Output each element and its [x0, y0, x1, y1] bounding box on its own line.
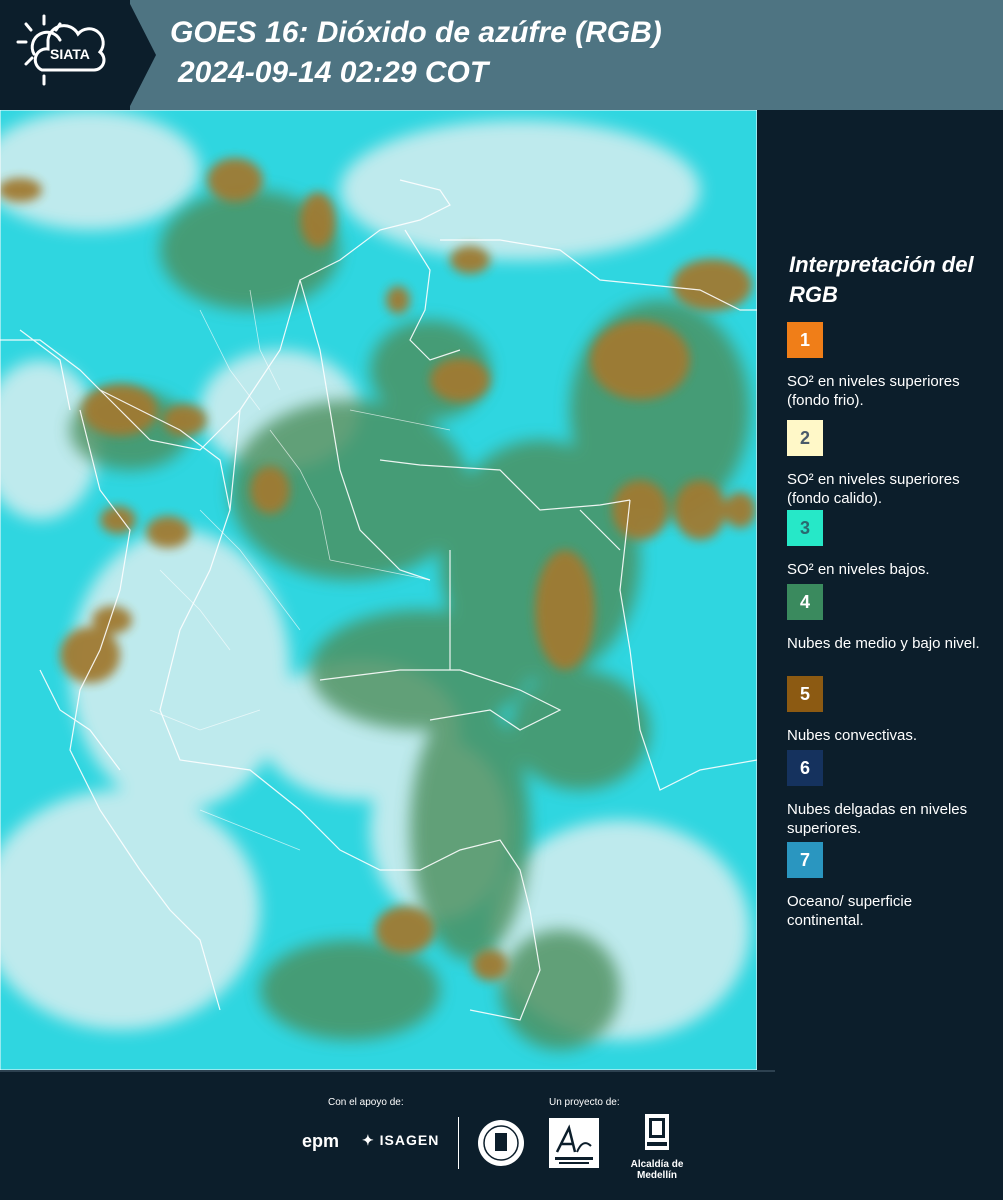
legend-label: Nubes de medio y bajo nivel. — [787, 635, 980, 652]
isagen-logo-text: ISAGEN — [379, 1132, 440, 1148]
satellite-image — [0, 110, 757, 1070]
legend-swatch: 2 — [787, 420, 823, 456]
legend-swatch: 5 — [787, 676, 823, 712]
legend-item-4: 4 Nubes de medio y bajo nivel. — [787, 584, 992, 653]
legend-title: Interpretación del RGB — [789, 252, 974, 307]
legend-item-2: 2 SO² en niveles superiores (fondo calid… — [787, 420, 992, 508]
legend-swatch: 4 — [787, 584, 823, 620]
logo-arrow-shape — [128, 0, 156, 110]
legend-item-7: 7 Oceano/ superficie continental. — [787, 842, 992, 930]
legend-label: Nubes delgadas en niveles superiores. — [787, 801, 968, 837]
legend-label: Oceano/ superficie continental. — [787, 893, 913, 929]
footer-vertical-divider — [458, 1117, 459, 1169]
isagen-logo: ✦ ISAGEN — [362, 1132, 439, 1149]
footer-divider — [0, 1070, 775, 1072]
header-bar: SIATA GOES 16: Dióxido de azúfre (RGB) 2… — [0, 0, 1003, 110]
legend-label: Nubes convectivas. — [787, 727, 918, 744]
alcaldia-medellin-logo: Alcaldía de Medellín — [612, 1112, 702, 1181]
alcaldia-shield-icon — [645, 1114, 669, 1150]
legend-swatch: 3 — [787, 510, 823, 546]
support-label: Con el apoyo de: — [328, 1097, 404, 1108]
legend-label: SO² en niveles superiores (fondo calido)… — [787, 471, 960, 507]
legend-item-3: 3 SO² en niveles bajos. — [787, 510, 992, 579]
alcaldia-text: Alcaldía de Medellín — [630, 1159, 684, 1181]
legend-swatch: 7 — [787, 842, 823, 878]
legend-item-6: 6 Nubes delgadas en niveles superiores. — [787, 750, 992, 838]
epm-logo: epm — [302, 1131, 340, 1151]
legend-label: SO² en niveles superiores (fondo frio). — [787, 373, 960, 409]
legend-item-1: 1 SO² en niveles superiores (fondo frio)… — [787, 322, 992, 410]
footer: Con el apoyo de: Un proyecto de: epm ✦ I… — [0, 1070, 1003, 1200]
rgb-legend-panel: Interpretación del RGB 1 SO² en niveles … — [757, 110, 1003, 1070]
siata-logo-block: SIATA — [0, 0, 130, 110]
page-title: GOES 16: Dióxido de azúfre (RGB) — [170, 16, 662, 49]
area-metropolitana-logo — [549, 1118, 599, 1168]
legend-item-5: 5 Nubes convectivas. — [787, 676, 992, 745]
medellin-seal-icon — [478, 1120, 524, 1166]
legend-swatch: 6 — [787, 750, 823, 786]
legend-label: SO² en niveles bajos. — [787, 561, 930, 578]
isagen-star-icon: ✦ — [362, 1132, 375, 1148]
satellite-map — [0, 110, 757, 1070]
siata-logo-text: SIATA — [50, 46, 90, 62]
legend-swatch: 1 — [787, 322, 823, 358]
page-subtitle-timestamp: 2024-09-14 02:29 COT — [178, 56, 489, 89]
project-label: Un proyecto de: — [549, 1097, 620, 1108]
